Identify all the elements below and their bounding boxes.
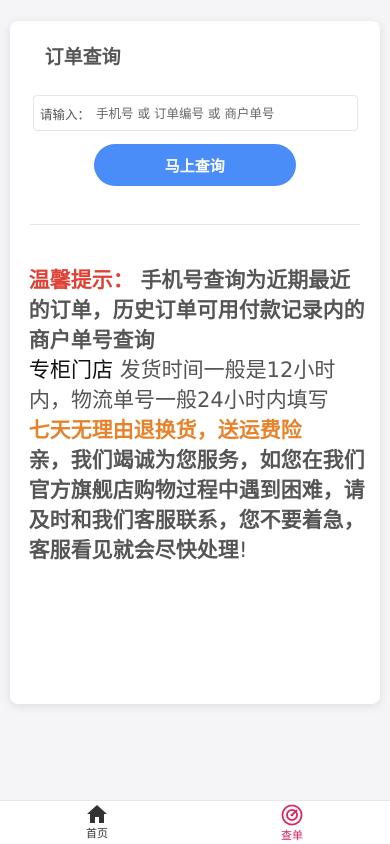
store-label: 专柜门店 bbox=[29, 358, 113, 382]
tip-label: 温馨提示： bbox=[29, 268, 134, 292]
tab-home-label: 首页 bbox=[86, 827, 108, 840]
search-input[interactable] bbox=[96, 105, 317, 121]
bottom-tabbar: 首页 查单 bbox=[0, 800, 390, 844]
service-end: ! bbox=[239, 538, 248, 562]
query-icon bbox=[281, 804, 303, 826]
order-query-card: 订单查询 请输入： 马上查询 温馨提示： 手机号查询为近期最近的订单，历史订单可… bbox=[10, 21, 380, 704]
return-policy-label: 七天无理由退换货，送运费险 bbox=[29, 418, 302, 442]
notice-text: 温馨提示： 手机号查询为近期最近的订单，历史订单可用付款记录内的商户单号查询 专柜… bbox=[29, 265, 367, 565]
tab-query-label: 查单 bbox=[281, 829, 303, 842]
service-text: 亲，我们竭诚为您服务，如您在我们官方旗舰店购物过程中遇到困难，请及时和我们客服联… bbox=[29, 448, 365, 562]
tab-home[interactable]: 首页 bbox=[82, 804, 112, 841]
search-box[interactable]: 请输入： bbox=[33, 95, 358, 131]
query-button[interactable]: 马上查询 bbox=[94, 144, 296, 186]
home-icon bbox=[87, 805, 107, 823]
divider bbox=[30, 224, 360, 225]
tab-query[interactable]: 查单 bbox=[277, 804, 307, 843]
search-label: 请输入： bbox=[40, 106, 91, 122]
page-title: 订单查询 bbox=[45, 46, 122, 68]
